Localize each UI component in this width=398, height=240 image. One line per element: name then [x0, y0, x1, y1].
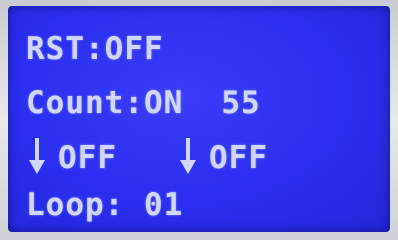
down-arrow-icon — [177, 136, 199, 176]
count-row: Count:ON 55 — [26, 88, 261, 119]
count-label: Count: — [26, 85, 144, 121]
loop-row: Loop: 01 — [26, 190, 183, 221]
loop-value: 01 — [144, 187, 184, 223]
lcd-bezel: RST:OFF Count:ON 55 OFF OFF Loop: 01 — [0, 0, 398, 240]
loop-label: Loop: — [26, 187, 125, 223]
rst-label: RST: — [26, 31, 105, 67]
output-row: OFF OFF — [26, 136, 268, 176]
lcd-screen: RST:OFF Count:ON 55 OFF OFF Loop: 01 — [8, 6, 390, 232]
right-output-value: OFF — [209, 140, 268, 176]
rst-value: OFF — [104, 31, 164, 67]
left-output-value: OFF — [58, 140, 117, 176]
count-state: ON — [143, 85, 184, 121]
count-number: 55 — [221, 85, 261, 121]
down-arrow-icon — [26, 136, 48, 176]
rst-row: RST:OFF — [26, 34, 164, 65]
